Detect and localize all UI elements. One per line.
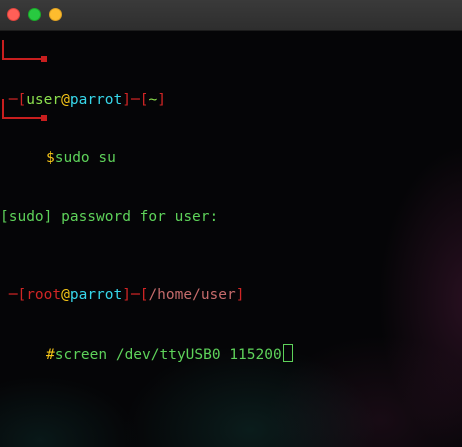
command-line-root[interactable]: #screen /dev/ttyUSB0 115200 bbox=[0, 344, 462, 364]
prompt-line-root: ┌─[root@parrot]─[/home/user] bbox=[0, 286, 462, 306]
prompt-hostname: parrot bbox=[69, 286, 123, 303]
prompt-separator: ]─[ bbox=[122, 91, 149, 108]
prompt-at: @ bbox=[61, 91, 70, 108]
prompt-at: @ bbox=[61, 286, 70, 303]
prompt-char: $ bbox=[46, 150, 55, 166]
prompt-elbow-1 bbox=[0, 32, 60, 72]
prompt-directory: ~ bbox=[148, 91, 158, 108]
command-text: sudo su bbox=[54, 150, 116, 166]
minimize-window-button[interactable] bbox=[49, 8, 62, 21]
zoom-window-button[interactable] bbox=[28, 8, 41, 21]
prompt-username: root bbox=[26, 286, 62, 303]
prompt-elbow-2 bbox=[0, 91, 60, 131]
command-line-user: $sudo su bbox=[0, 149, 462, 169]
prompt-line-user: ┌─[user@parrot]─[~] bbox=[0, 91, 462, 111]
close-window-button[interactable] bbox=[7, 8, 20, 21]
prompt-open-bracket: ┌─[ bbox=[8, 286, 27, 303]
sudo-password-prompt: [sudo] password for user: bbox=[0, 208, 219, 225]
prompt-hostname: parrot bbox=[69, 91, 123, 108]
command-text: screen /dev/ttyUSB0 115200 bbox=[54, 347, 282, 363]
prompt-close-bracket: ] bbox=[157, 91, 166, 108]
title-bar bbox=[0, 0, 462, 31]
prompt-separator: ]─[ bbox=[122, 286, 149, 303]
prompt-close-bracket: ] bbox=[235, 286, 245, 303]
text-cursor bbox=[282, 344, 293, 362]
output-line: [sudo] password for user: bbox=[0, 208, 462, 228]
terminal-output[interactable]: ┌─[user@parrot]─[~] $sudo su [sudo] pass… bbox=[0, 32, 462, 403]
prompt-char: # bbox=[46, 347, 55, 363]
prompt-directory: /home/user bbox=[148, 286, 236, 303]
terminal-window: ┌─[user@parrot]─[~] $sudo su [sudo] pass… bbox=[0, 0, 462, 447]
